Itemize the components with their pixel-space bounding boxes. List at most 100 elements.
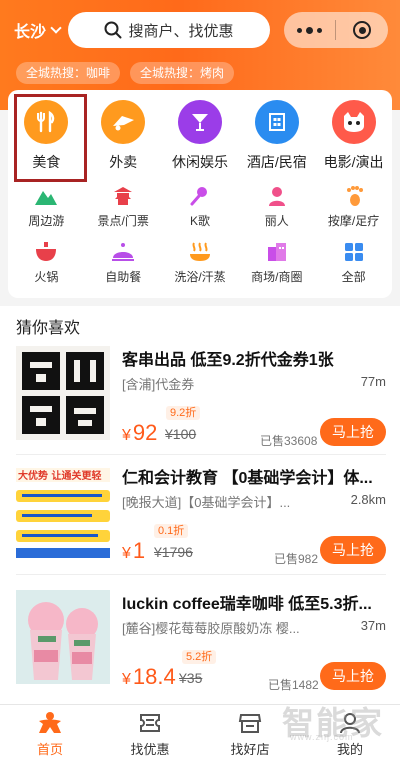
svg-text:大优势 让通关更轻: 大优势 让通关更轻	[18, 469, 101, 482]
category-label: 酒店/民宿	[246, 154, 307, 170]
deal-tag: [晚报大道]【0基础学会计】...	[122, 495, 291, 510]
grid-icon	[342, 240, 366, 264]
category-label: 景点/门票	[97, 214, 149, 228]
category-label: 丽人	[264, 214, 289, 228]
deal-tag: [麓谷]樱花莓莓胶原酸奶冻 樱...	[122, 621, 300, 636]
deal-title: luckin coffee瑞幸咖啡 低至5.3折...	[122, 596, 372, 613]
deal-card-3[interactable]: luckin coffee瑞幸咖啡 低至5.3折... [麓谷]樱花莓莓胶原酸奶…	[16, 590, 386, 700]
deal-title: 仁和会计教育 【0基础学会计】体...	[122, 470, 373, 487]
tab-home[interactable]: 首页	[0, 705, 100, 760]
selection-highlight	[14, 94, 87, 182]
tab-label: 首页	[36, 742, 63, 757]
category-hotel[interactable]: 酒店/民宿	[238, 100, 315, 172]
deal-card-1[interactable]: 客串出品 低至9.2折代金券1张 [含浦]代金券 77m 9.2折 ¥92 ¥1…	[16, 346, 386, 456]
hot-search-chip-coffee[interactable]: 全城热搜：咖啡	[16, 62, 121, 84]
sold-count: 已售1482	[268, 678, 319, 692]
close-target-icon[interactable]	[336, 21, 388, 39]
discount-badge: 0.1折	[154, 524, 189, 538]
footprint-icon	[342, 184, 366, 208]
mall-icon	[265, 240, 289, 264]
category-label: 商场/商圈	[251, 270, 303, 284]
person-icon	[265, 184, 289, 208]
pagoda-icon	[111, 184, 135, 208]
category-label: K歌	[189, 214, 210, 228]
category-ktv[interactable]: K歌	[162, 184, 239, 229]
category-label: 电影/演出	[323, 154, 384, 170]
category-delivery[interactable]: 外卖	[85, 100, 162, 172]
tab-deals[interactable]: 找优惠	[100, 705, 200, 760]
category-label: 自助餐	[105, 270, 142, 284]
category-nearby-trip[interactable]: 周边游	[8, 184, 85, 229]
hotel-icon	[254, 100, 299, 144]
deal-thumbnail	[16, 590, 110, 684]
category-beauty[interactable]: 丽人	[238, 184, 315, 229]
hotpot-icon	[34, 240, 58, 264]
category-label: 洗浴/汗蒸	[174, 270, 226, 284]
deal-tag: [含浦]代金券	[122, 377, 195, 392]
tab-label: 找好店	[230, 742, 270, 757]
category-buffet[interactable]: 自助餐	[85, 240, 162, 285]
deal-thumbnail: 大优势 让通关更轻	[16, 464, 110, 558]
divider	[16, 574, 386, 575]
miniprogram-capsule	[284, 12, 388, 48]
category-massage[interactable]: 按摩/足疗	[315, 184, 392, 229]
search-placeholder: 搜商户、找优惠	[128, 22, 234, 40]
small-category-row-1: 周边游 景点/门票 K歌 丽人 按摩/足疗	[8, 184, 392, 229]
feed-title: 猜你喜欢	[16, 320, 81, 337]
deal-card-2[interactable]: 大优势 让通关更轻 仁和会计教育 【0基础学会计】体... [晚报大道]【0基础…	[16, 464, 386, 574]
cloche-icon	[111, 240, 135, 264]
original-price: ¥100	[165, 426, 197, 442]
top-bar: 长沙 搜商户、找优惠	[0, 8, 400, 52]
recommendation-feed: 猜你喜欢 客串出品 低至9.2折代金券1张 [含浦]代金券 77m 9.2折 ¥…	[0, 306, 400, 704]
hot-search-row: 全城热搜：咖啡 全城热搜：烤肉	[16, 62, 235, 84]
category-attractions[interactable]: 景点/门票	[85, 184, 162, 229]
original-price: ¥1796	[154, 544, 193, 560]
category-label: 按摩/足疗	[327, 214, 380, 228]
category-label: 休闲娱乐	[171, 154, 228, 170]
deal-thumbnail	[16, 346, 110, 440]
more-icon[interactable]	[284, 26, 335, 34]
category-hotpot[interactable]: 火锅	[8, 240, 85, 285]
discount-badge: 9.2折	[166, 406, 201, 420]
deal-distance: 2.8km	[350, 492, 386, 507]
discount-badge: 5.2折	[182, 650, 217, 664]
sold-count: 已售982	[274, 552, 319, 566]
deal-title: 客串出品 低至9.2折代金券1张	[122, 352, 334, 369]
deal-distance: 77m	[360, 374, 386, 389]
sold-count: 已售33608	[260, 434, 318, 448]
category-movie[interactable]: 电影/演出	[315, 100, 392, 172]
category-label: 火锅	[34, 270, 59, 284]
grab-deal-button[interactable]: 马上抢	[320, 662, 386, 690]
category-leisure[interactable]: 休闲娱乐	[162, 100, 239, 172]
cat-icon	[331, 100, 376, 144]
steam-icon	[188, 240, 212, 264]
grab-deal-button[interactable]: 马上抢	[320, 536, 386, 564]
deal-price: ¥18.4	[122, 664, 176, 689]
chevron-down-icon	[50, 22, 62, 34]
delivery-icon	[101, 100, 146, 144]
home-icon	[37, 711, 63, 735]
coupon-icon	[137, 711, 163, 735]
mountain-icon	[34, 184, 58, 208]
category-bath[interactable]: 洗浴/汗蒸	[162, 240, 239, 285]
divider	[16, 454, 386, 455]
watermark-url: www.znj.com	[290, 732, 354, 742]
search-icon	[104, 21, 122, 39]
search-input[interactable]: 搜商户、找优惠	[68, 12, 270, 48]
microphone-icon	[188, 184, 212, 208]
deal-price: ¥1	[122, 538, 146, 563]
cocktail-icon	[177, 100, 222, 144]
city-selector[interactable]: 长沙	[14, 18, 62, 42]
grab-deal-button[interactable]: 马上抢	[320, 418, 386, 446]
deal-distance: 37m	[360, 618, 386, 633]
small-category-row-2: 火锅 自助餐 洗浴/汗蒸 商场/商圈 全部	[8, 240, 392, 285]
city-label: 长沙	[14, 24, 47, 41]
category-label: 全部	[341, 270, 366, 284]
hot-search-chip-bbq[interactable]: 全城热搜：烤肉	[130, 62, 235, 84]
category-label: 外卖	[109, 154, 138, 170]
shop-icon	[237, 711, 263, 735]
original-price: ¥35	[179, 670, 203, 686]
category-mall[interactable]: 商场/商圈	[238, 240, 315, 285]
category-all[interactable]: 全部	[315, 240, 392, 285]
category-label: 周边游	[28, 214, 65, 228]
